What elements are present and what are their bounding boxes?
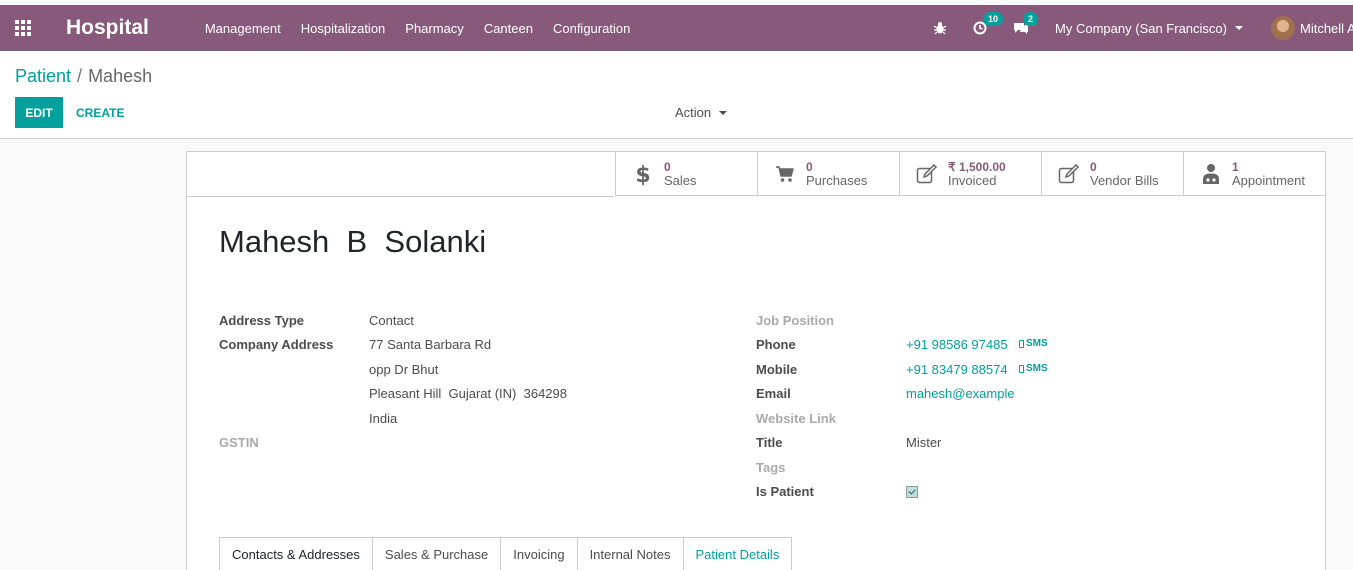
smart-button-box: $ 0 Sales 0 Purchases ₹ 1,500.00 Invoiced 0… — [615, 152, 1325, 196]
top-navbar: Hospital Management Hospitalization Phar… — [0, 5, 1353, 51]
edit-button[interactable]: EDIT — [15, 97, 63, 128]
user-menu[interactable]: Mitchell Admin — [1271, 16, 1353, 40]
breadcrumb: Patient / Mahesh — [15, 66, 152, 87]
form-sheet: $ 0 Sales 0 Purchases ₹ 1,500.00 Invoiced 0… — [186, 151, 1326, 570]
is-patient-checkbox[interactable] — [906, 486, 918, 498]
messages-count-badge: 2 — [1023, 12, 1039, 26]
stat-label: Purchases — [806, 172, 868, 188]
breadcrumb-current: Mahesh — [88, 66, 153, 86]
job-position-label: Job Position — [756, 313, 834, 328]
email-link[interactable]: mahesh@example — [906, 386, 1015, 401]
street-value: 77 Santa Barbara Rd — [369, 337, 492, 352]
tab-internal-notes[interactable]: Internal Notes — [576, 537, 684, 570]
gstin-label: GSTIN — [219, 435, 259, 450]
mobile-link[interactable]: +91 83479 88574 — [906, 362, 1008, 377]
edit-icon — [1058, 163, 1080, 185]
menu-management[interactable]: Management — [195, 21, 291, 36]
apps-menu-icon[interactable] — [0, 5, 46, 51]
main-menu: Management Hospitalization Pharmacy Cant… — [195, 21, 640, 36]
company-name: My Company (San Francisco) — [1055, 20, 1227, 36]
doctor-icon — [1200, 163, 1222, 185]
stat-label: Appointment — [1232, 172, 1305, 188]
menu-hospitalization[interactable]: Hospitalization — [291, 21, 396, 36]
stat-value: ₹ 1,500.00 — [948, 159, 1006, 174]
avatar — [1271, 16, 1295, 40]
menu-configuration[interactable]: Configuration — [543, 21, 640, 36]
tab-invoicing[interactable]: Invoicing — [500, 537, 578, 570]
vendor-bills-smart-button[interactable]: 0 Vendor Bills — [1041, 152, 1183, 196]
messages-icon[interactable]: 2 — [1013, 12, 1039, 35]
stat-label: Vendor Bills — [1090, 172, 1159, 188]
user-name: Mitchell Admin — [1300, 20, 1353, 36]
is-patient-label: Is Patient — [756, 484, 814, 499]
country-value: India — [369, 411, 398, 426]
mobile-label: Mobile — [756, 362, 798, 377]
stat-value: 0 — [1090, 159, 1097, 174]
notebook-tabs: Contacts & Addresses Sales & Purchase In… — [219, 537, 793, 570]
website-label: Website Link — [756, 411, 836, 426]
tab-patient-details[interactable]: Patient Details — [682, 537, 793, 570]
city-state-zip-value: Pleasant Hill Gujarat (IN) 364298 — [369, 386, 567, 401]
cart-icon — [774, 163, 796, 185]
mobile-phone-icon — [1019, 364, 1024, 373]
stat-value: 0 — [664, 159, 671, 174]
mobile-sms-button[interactable]: SMS — [1019, 363, 1048, 374]
appointment-smart-button[interactable]: 1 Appointment — [1183, 152, 1325, 196]
create-button[interactable]: CREATE — [68, 97, 132, 128]
phone-label: Phone — [756, 337, 796, 352]
email-label: Email — [756, 386, 791, 401]
tab-contacts-addresses[interactable]: Contacts & Addresses — [219, 537, 373, 570]
sms-label: SMS — [1026, 338, 1048, 349]
app-brand[interactable]: Hospital — [66, 16, 149, 40]
bug-icon[interactable] — [933, 21, 947, 35]
mobile-phone-icon — [1019, 339, 1024, 348]
action-dropdown[interactable]: Action — [675, 105, 728, 120]
edit-icon — [916, 163, 938, 185]
sheet-header-divider — [187, 196, 614, 197]
sales-smart-button[interactable]: $ 0 Sales — [615, 152, 757, 196]
title-value: Mister — [906, 435, 942, 450]
stat-value: 0 — [806, 159, 813, 174]
company-address-label: Company Address — [219, 337, 334, 352]
street2-value: opp Dr Bhut — [369, 362, 439, 377]
breadcrumb-separator: / — [77, 66, 83, 86]
sms-label: SMS — [1026, 363, 1048, 374]
purchases-smart-button[interactable]: 0 Purchases — [757, 152, 899, 196]
breadcrumb-patient-link[interactable]: Patient — [15, 66, 71, 86]
invoiced-smart-button[interactable]: ₹ 1,500.00 Invoiced — [899, 152, 1041, 196]
phone-sms-button[interactable]: SMS — [1019, 338, 1048, 349]
activity-clock-icon[interactable]: 10 — [973, 12, 1004, 35]
menu-pharmacy[interactable]: Pharmacy — [395, 21, 474, 36]
chevron-down-icon — [719, 110, 728, 115]
stat-label: Sales — [664, 172, 697, 188]
title-label: Title — [756, 435, 783, 450]
address-type-label: Address Type — [219, 313, 305, 328]
svg-text:$: $ — [636, 163, 650, 186]
stat-value: 1 — [1232, 159, 1239, 174]
dollar-icon: $ — [632, 163, 654, 186]
tab-sales-purchase[interactable]: Sales & Purchase — [371, 537, 502, 570]
control-panel: Patient / Mahesh EDIT CREATE Action — [0, 51, 1353, 139]
company-switcher[interactable]: My Company (San Francisco) — [1055, 21, 1243, 36]
phone-link[interactable]: +91 98586 97485 — [906, 337, 1008, 352]
tags-label: Tags — [756, 460, 786, 475]
action-label: Action — [675, 105, 712, 120]
address-type-value: Contact — [369, 313, 414, 328]
partner-name: Mahesh B Solanki — [219, 224, 487, 259]
activity-count-badge: 10 — [983, 12, 1004, 26]
chevron-down-icon — [1235, 26, 1243, 30]
menu-canteen[interactable]: Canteen — [474, 21, 543, 36]
navbar-systray: 10 2 My Company (San Francisco) Mitchell… — [933, 5, 1353, 51]
stat-label: Invoiced — [948, 172, 997, 188]
